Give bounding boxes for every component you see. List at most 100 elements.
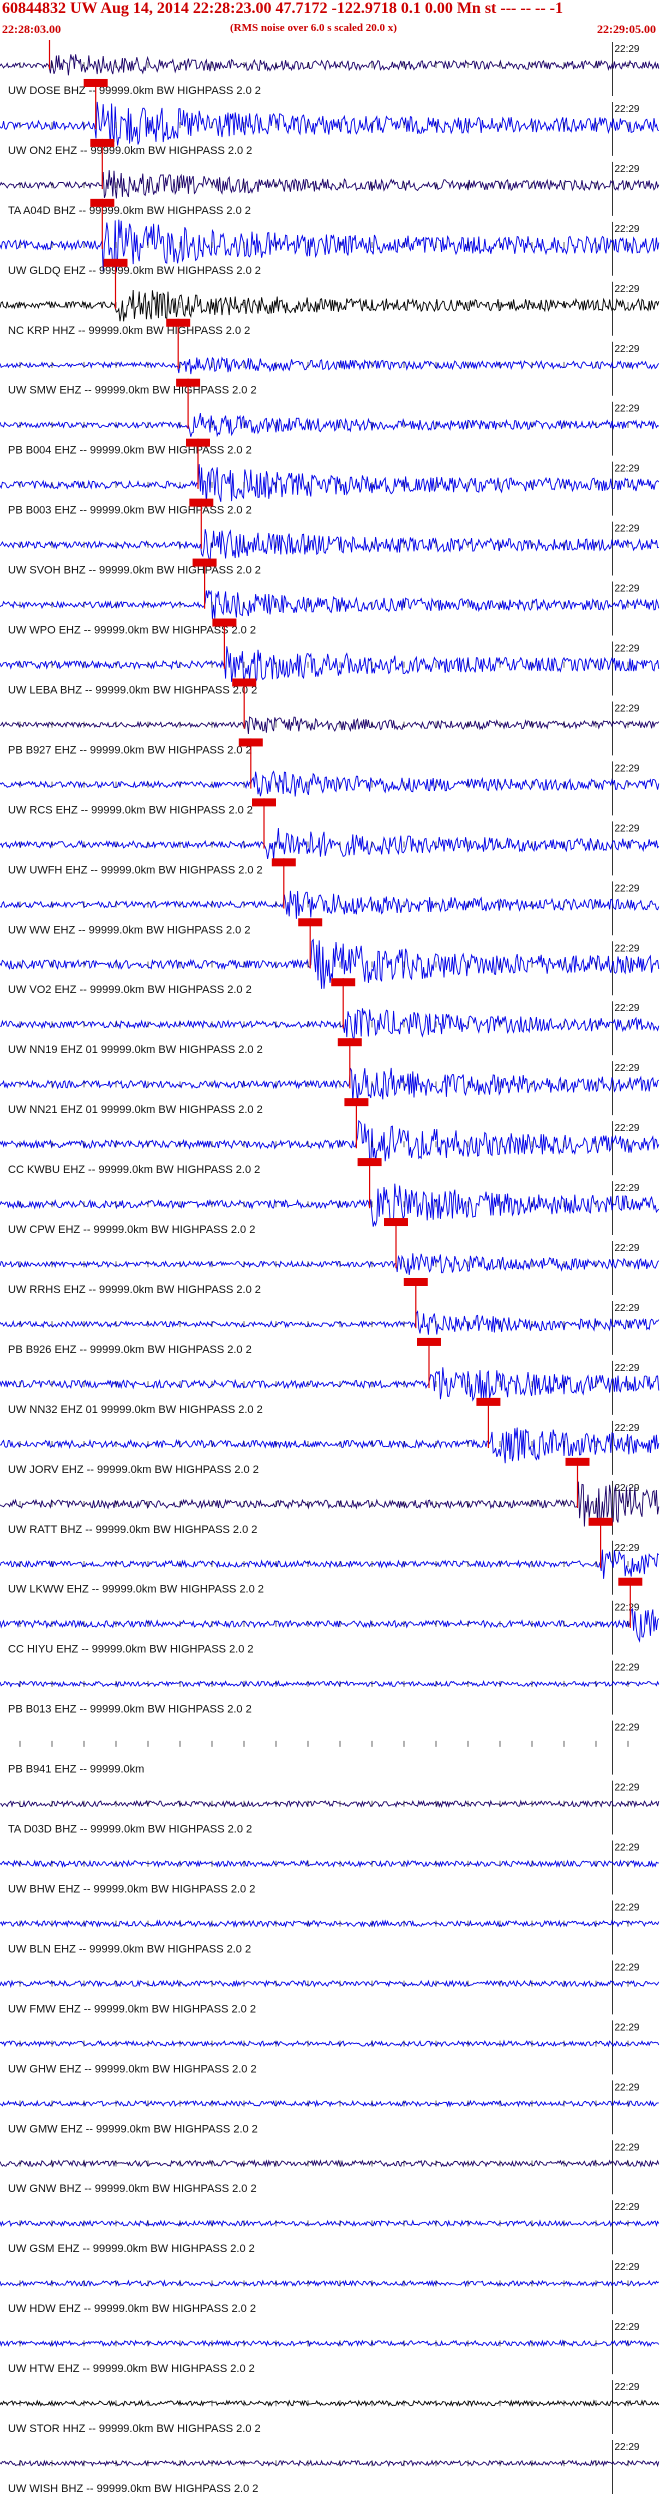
- channel-label: UW GNW BHZ -- 99999.0km BW HIGHPASS 2.0 …: [8, 2183, 257, 2195]
- minute-tick-label: 22:29: [614, 1243, 639, 1254]
- pick-flag: [337, 1038, 362, 1047]
- waveform-trace: [0, 2159, 660, 2168]
- channel-label: UW VO2 EHZ -- 99999.0km BW HIGHPASS 2.0 …: [8, 984, 252, 996]
- channel-label: UW FMW EHZ -- 99999.0km BW HIGHPASS 2.0 …: [8, 2003, 256, 2015]
- end-time: 22:29:05.00: [597, 22, 656, 36]
- minute-tick-label: 22:29: [614, 1962, 639, 1973]
- waveform-trace: [0, 1607, 660, 1643]
- minute-tick-label: 22:29: [614, 2022, 639, 2033]
- channel-label: UW RRHS EHZ -- 99999.0km BW HIGHPASS 2.0…: [8, 1284, 261, 1296]
- channel-label: UW SVOH BHZ -- 99999.0km BW HIGHPASS 2.0…: [8, 565, 261, 577]
- minute-tick-label: 22:29: [614, 1783, 639, 1794]
- pick-flag: [271, 858, 296, 867]
- channel-label: UW RATT BHZ -- 99999.0km BW HIGHPASS 2.0…: [8, 1524, 257, 1536]
- minute-tick-label: 22:29: [614, 2442, 639, 2453]
- channel-label: UW WW EHZ -- 99999.0km BW HIGHPASS 2.0 2: [8, 924, 250, 936]
- waveform-trace: [0, 1067, 660, 1103]
- channel-label: UW UWFH EHZ -- 99999.0km BW HIGHPASS 2.0…: [8, 864, 263, 876]
- channel-label: CC HIYU EHZ -- 99999.0km BW HIGHPASS 2.0…: [8, 1644, 254, 1656]
- waveform-trace: [0, 1253, 660, 1276]
- minute-tick-label: 22:29: [614, 104, 639, 115]
- channel-label: PB B013 EHZ -- 99999.0km BW HIGHPASS 2.0…: [8, 1704, 252, 1716]
- channel-label: UW WISH BHZ -- 99999.0km BW HIGHPASS 2.0…: [8, 2483, 258, 2495]
- pick-flag: [232, 678, 257, 687]
- pick-flag: [618, 1577, 643, 1586]
- start-time: 22:28:03.00: [2, 22, 61, 36]
- channel-label: UW CPW EHZ -- 99999.0km BW HIGHPASS 2.0 …: [8, 1224, 255, 1236]
- scaling-note: (RMS noise over 6.0 s scaled 20.0 x): [230, 22, 397, 34]
- minute-tick-label: 22:29: [614, 404, 639, 415]
- waveform-trace: [0, 219, 660, 272]
- waveform-trace: [0, 2219, 660, 2228]
- waveform-trace: [0, 2399, 660, 2408]
- minute-tick-label: 22:29: [614, 284, 639, 295]
- channel-label: UW GHW EHZ -- 99999.0km BW HIGHPASS 2.0 …: [8, 2063, 257, 2075]
- seismogram-chart: 22:29 UW DOSE BHZ -- 99999.0km BW HIGHPAS…: [0, 40, 660, 2495]
- waveform-trace: [0, 464, 660, 504]
- pick-flag: [189, 498, 214, 507]
- waveform-trace: [0, 827, 660, 860]
- channel-label: PB B926 EHZ -- 99999.0km BW HIGHPASS 2.0…: [8, 1344, 252, 1356]
- waveform-trace: [0, 2459, 660, 2468]
- channel-label: UW NN32 EHZ 01 99999.0km BW HIGHPASS 2.0…: [8, 1404, 263, 1416]
- channel-label: UW JORV EHZ -- 99999.0km BW HIGHPASS 2.0…: [8, 1464, 259, 1476]
- minute-tick-label: 22:29: [614, 1663, 639, 1674]
- record-header: 60844832 UW Aug 14, 2014 22:28:23.00 47.…: [0, 0, 660, 40]
- channel-label: NC KRP HHZ -- 99999.0km BW HIGHPASS 2.0 …: [8, 325, 250, 337]
- pick-flag: [186, 438, 210, 447]
- channel-label: PB B003 EHZ -- 99999.0km BW HIGHPASS 2.0…: [8, 505, 252, 517]
- minute-tick-label: 22:29: [614, 943, 639, 954]
- waveform-trace: [0, 1549, 660, 1579]
- minute-tick-label: 22:29: [614, 524, 639, 535]
- pick-flag: [357, 1158, 382, 1167]
- channel-label: UW DOSE BHZ -- 99999.0km BW HIGHPASS 2.0…: [8, 85, 261, 97]
- waveform-trace: [0, 590, 660, 619]
- pick-flag: [384, 1218, 408, 1227]
- waveform-trace: [0, 2279, 660, 2288]
- waveform-trace: [0, 1799, 660, 1809]
- minute-tick-label: 22:29: [614, 2322, 639, 2333]
- minute-tick-label: 22:29: [614, 1183, 639, 1194]
- minute-tick-label: 22:29: [614, 763, 639, 774]
- pick-flag: [344, 1098, 369, 1107]
- minute-tick-label: 22:29: [614, 1423, 639, 1434]
- waveform-trace: [0, 1367, 660, 1402]
- channel-label: PB B927 EHZ -- 99999.0km BW HIGHPASS 2.0…: [8, 744, 252, 756]
- minute-tick-label: 22:29: [614, 1483, 639, 1494]
- minute-tick-label: 22:29: [614, 344, 639, 355]
- minute-tick-label: 22:29: [614, 1303, 639, 1314]
- waveform-trace: [0, 54, 660, 76]
- waveform-trace: [0, 289, 660, 322]
- pick-flag: [298, 918, 323, 927]
- waveform-trace: [0, 1427, 660, 1464]
- waveform-trace: [0, 938, 660, 989]
- minute-tick-label: 22:29: [614, 2202, 639, 2213]
- waveform-trace: [0, 770, 660, 797]
- channel-label: PB B941 EHZ -- 99999.0km: [8, 1764, 144, 1776]
- minute-tick-label: 22:29: [614, 1723, 639, 1734]
- channel-label: TA D03D BHZ -- 99999.0km BW HIGHPASS 2.0…: [8, 1824, 252, 1836]
- waveform-trace: [0, 2339, 660, 2348]
- waveform-trace: [0, 1119, 660, 1163]
- waveform-trace: [0, 1481, 660, 1527]
- channel-label: UW HTW EHZ -- 99999.0km BW HIGHPASS 2.0 …: [8, 2363, 255, 2375]
- channel-label: UW ON2 EHZ -- 99999.0km BW HIGHPASS 2.0 …: [8, 145, 252, 157]
- channel-label: UW NN21 EHZ 01 99999.0km BW HIGHPASS 2.0…: [8, 1104, 263, 1116]
- minute-tick-label: 22:29: [614, 2142, 639, 2153]
- pick-flag: [417, 1337, 441, 1346]
- waveform-trace: [0, 413, 660, 438]
- waveform-trace: [0, 1680, 660, 1688]
- waveform-trace: [0, 646, 660, 684]
- channel-label: UW BLN EHZ -- 99999.0km BW HIGHPASS 2.0 …: [8, 1943, 251, 1955]
- pick-flag: [212, 618, 237, 627]
- pick-flag: [403, 1277, 428, 1286]
- minute-tick-label: 22:29: [614, 1843, 639, 1854]
- pick-flag: [192, 558, 217, 567]
- minute-tick-label: 22:29: [614, 2382, 639, 2393]
- channel-label: UW GSM EHZ -- 99999.0km BW HIGHPASS 2.0 …: [8, 2243, 255, 2255]
- waveform-trace: [0, 1919, 660, 1928]
- waveform-trace: [0, 2039, 660, 2048]
- waveform-trace: [0, 1008, 660, 1041]
- waveform-trace: [0, 716, 660, 735]
- minute-tick-label: 22:29: [614, 883, 639, 894]
